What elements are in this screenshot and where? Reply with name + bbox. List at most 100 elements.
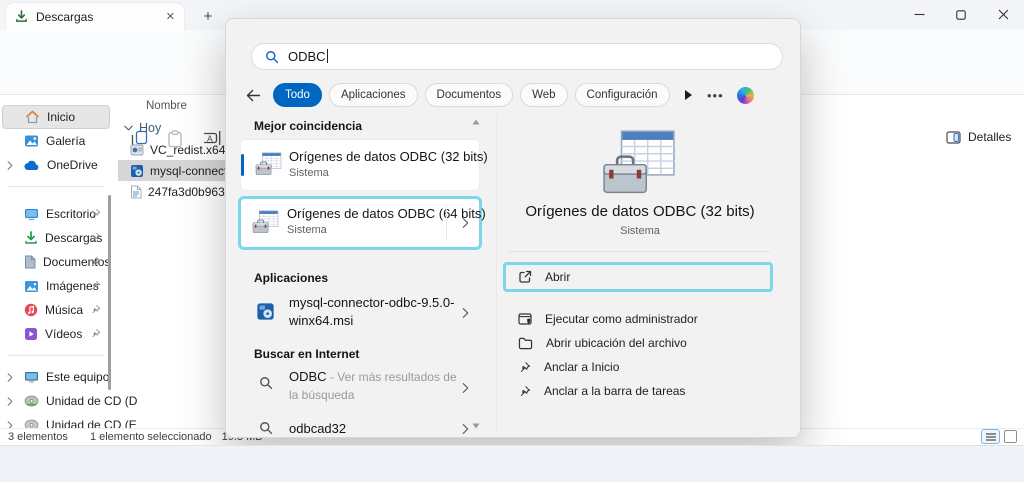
filter-configuracion[interactable]: Configuración bbox=[574, 83, 670, 107]
action-anclar-inicio[interactable]: Anclar a Inicio bbox=[503, 355, 773, 379]
sidebar-item-imagenes[interactable]: Imágenes bbox=[0, 274, 112, 298]
panel-divider bbox=[496, 115, 497, 431]
sidebar-scrollbar[interactable] bbox=[108, 195, 111, 390]
chevron-right-icon[interactable] bbox=[462, 424, 469, 435]
list-view-toggle[interactable] bbox=[981, 429, 1000, 444]
chevron-down-icon bbox=[124, 125, 133, 131]
sidebar-item-musica[interactable]: Música bbox=[0, 298, 112, 322]
sidebar-item-descargas[interactable]: Descargas bbox=[0, 226, 112, 250]
result-odbc-64[interactable]: Orígenes de datos ODBC (64 bits) Sistema bbox=[238, 196, 486, 250]
desktop-folder-icon bbox=[24, 208, 39, 221]
best-match-header: Mejor coincidencia bbox=[254, 119, 363, 133]
result-odbc-32[interactable]: Orígenes de datos ODBC (32 bits) Sistema bbox=[241, 140, 488, 190]
file-row-vc-redist[interactable]: VC_redist.x64 bbox=[118, 139, 238, 160]
tab-title: Descargas bbox=[36, 9, 94, 24]
videos-icon bbox=[24, 327, 38, 341]
tab-close-icon[interactable]: ✕ bbox=[166, 10, 175, 23]
search-icon bbox=[265, 50, 279, 64]
documents-icon bbox=[24, 255, 36, 269]
filter-documentos[interactable]: Documentos bbox=[424, 83, 514, 107]
grid-view-toggle[interactable] bbox=[1004, 430, 1017, 443]
search-icon bbox=[259, 376, 273, 390]
more-options-icon[interactable]: ••• bbox=[707, 88, 724, 103]
sidebar-item-galeria[interactable]: Galería bbox=[0, 129, 112, 153]
run-as-admin-icon bbox=[518, 312, 532, 326]
sidebar-item-documentos[interactable]: Documentos bbox=[0, 250, 112, 274]
home-icon bbox=[25, 110, 40, 124]
sidebar-item-cd-d[interactable]: Unidad de CD (D bbox=[0, 389, 137, 413]
sidebar-item-escritorio[interactable]: Escritorio bbox=[0, 202, 112, 226]
action-ejecutar-admin[interactable]: Ejecutar como administrador bbox=[503, 307, 773, 331]
details-pane-icon bbox=[946, 130, 961, 144]
expand-chevron-icon[interactable] bbox=[7, 397, 13, 406]
detail-title: Orígenes de datos ODBC (32 bits) bbox=[525, 203, 755, 220]
filter-web[interactable]: Web bbox=[520, 83, 568, 107]
pin-icon bbox=[518, 385, 531, 398]
odbc-large-icon bbox=[601, 129, 677, 196]
pin-icon bbox=[90, 256, 101, 267]
sidebar-item-onedrive[interactable]: OneDrive bbox=[0, 153, 112, 177]
open-external-icon bbox=[518, 270, 532, 284]
gallery-icon bbox=[24, 134, 39, 148]
downloads-icon bbox=[24, 231, 38, 245]
pin-icon bbox=[90, 304, 101, 315]
sidebar-item-videos[interactable]: Vídeos bbox=[0, 322, 112, 346]
group-header-hoy[interactable]: Hoy bbox=[118, 117, 238, 139]
sidebar-item-inicio[interactable]: Inicio bbox=[2, 105, 110, 129]
file-list: Nombre Hoy VC_redist.x64 mysql-connector… bbox=[118, 95, 255, 425]
folder-icon bbox=[518, 337, 533, 350]
chevron-right-icon[interactable] bbox=[462, 308, 469, 319]
msi-app-icon bbox=[256, 302, 275, 321]
chevron-right-icon[interactable] bbox=[462, 383, 469, 394]
maximize-button[interactable] bbox=[940, 0, 982, 29]
copilot-icon[interactable] bbox=[736, 86, 754, 104]
explorer-tab-descargas[interactable]: Descargas ✕ bbox=[6, 3, 184, 30]
expand-chevron-icon[interactable] bbox=[7, 373, 13, 382]
search-filter-bar: Todo Aplicaciones Documentos Web Configu… bbox=[245, 82, 754, 108]
screen: Descargas ✕ + Des r en Descargas bbox=[0, 0, 1024, 482]
close-button[interactable] bbox=[982, 0, 1024, 29]
scroll-down-icon[interactable] bbox=[472, 423, 480, 429]
sidebar-divider bbox=[8, 355, 104, 356]
file-row-mysql-connector[interactable]: mysql-connector- bbox=[118, 160, 242, 181]
search-input[interactable]: ODBC bbox=[251, 43, 783, 70]
installer-file-icon bbox=[130, 143, 144, 157]
filter-todo[interactable]: Todo bbox=[273, 83, 322, 107]
scroll-up-icon[interactable] bbox=[472, 119, 480, 125]
detail-subtitle: Sistema bbox=[620, 225, 660, 237]
filter-pills: Todo Aplicaciones Documentos Web Configu… bbox=[273, 83, 673, 107]
action-anclar-barra[interactable]: Anclar a la barra de tareas bbox=[503, 379, 773, 403]
taskbar: 3 21°C Mayorm. soleado Buscar bbox=[0, 445, 1024, 482]
msi-file-icon bbox=[130, 164, 144, 178]
result-mysql-msi[interactable]: mysql-connector-odbc-9.5.0- winx64.msi bbox=[241, 291, 479, 335]
scroll-filters-right-icon[interactable] bbox=[683, 89, 694, 101]
back-arrow-icon[interactable] bbox=[245, 89, 261, 102]
column-header-name[interactable]: Nombre bbox=[118, 95, 238, 117]
chevron-right-icon[interactable] bbox=[462, 218, 469, 229]
action-abrir-ubicacion[interactable]: Abrir ubicación del archivo bbox=[503, 331, 773, 355]
sidebar-divider bbox=[8, 186, 104, 187]
odbc-icon bbox=[255, 152, 282, 176]
cd-drive-icon bbox=[24, 395, 39, 407]
filter-aplicaciones[interactable]: Aplicaciones bbox=[328, 83, 418, 107]
details-button[interactable]: Detalles bbox=[946, 130, 1011, 144]
file-row-247fa[interactable]: 247fa3d0b963f463d bbox=[118, 181, 255, 202]
status-selected-count: 1 elemento seleccionado bbox=[89, 431, 212, 443]
pin-icon bbox=[90, 280, 101, 291]
result-web-odbc[interactable]: ODBC - Ver más resultados de la búsqueda bbox=[241, 366, 479, 410]
action-abrir[interactable]: Abrir bbox=[503, 262, 773, 292]
new-tab-button[interactable]: + bbox=[197, 5, 219, 27]
result-web-odbcad32[interactable]: odbcad32 bbox=[241, 417, 479, 441]
minimize-button[interactable] bbox=[898, 0, 940, 29]
selection-accent-bar bbox=[241, 154, 244, 176]
text-caret bbox=[326, 49, 329, 63]
search-icon bbox=[259, 421, 273, 435]
this-pc-icon bbox=[24, 371, 39, 384]
sidebar-item-este-equipo[interactable]: Este equipo bbox=[0, 365, 112, 389]
pictures-icon bbox=[24, 280, 39, 293]
search-query-text: ODBC bbox=[288, 49, 329, 64]
expand-chevron-icon[interactable] bbox=[7, 161, 13, 170]
windows-search-panel: ODBC Todo Aplicaciones Documentos Web Co… bbox=[225, 18, 801, 438]
document-file-icon bbox=[130, 185, 142, 199]
web-search-header: Buscar en Internet bbox=[254, 347, 360, 361]
